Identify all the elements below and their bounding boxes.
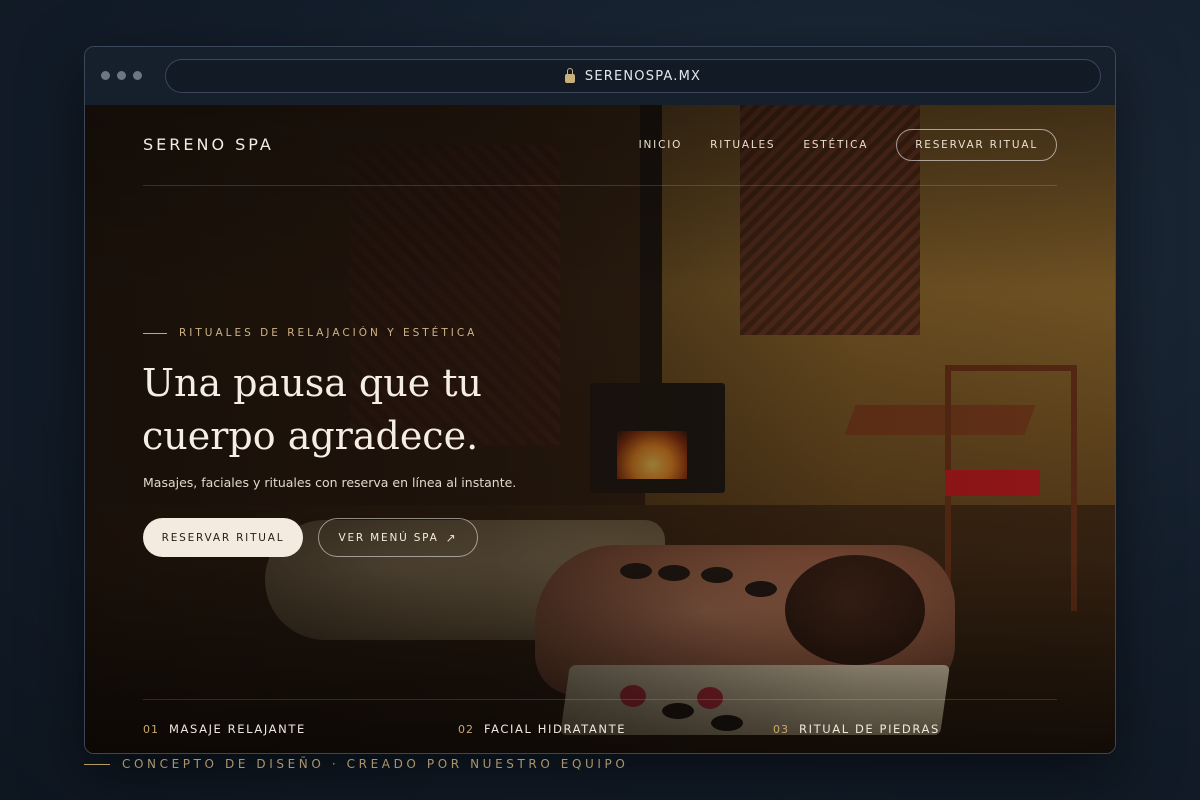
eyebrow-divider: [143, 332, 167, 334]
services-strip: 01 MASAJE RELAJANTE 02 FACIAL HIDRATANTE…: [143, 699, 1057, 753]
nav-reserve-button[interactable]: RESERVAR RITUAL: [896, 129, 1057, 161]
view-spa-menu-button[interactable]: VER MENÚ SPA ↗: [318, 518, 478, 557]
reserve-ritual-label: RESERVAR RITUAL: [161, 531, 285, 544]
window-dot-minimize[interactable]: [117, 71, 126, 80]
service-item[interactable]: 03 RITUAL DE PIEDRAS: [773, 722, 940, 736]
browser-toolbar: SERENOSPA.MX: [85, 47, 1115, 106]
nav-item-estetica[interactable]: ESTÉTICA: [803, 139, 868, 151]
service-number: 02: [458, 723, 474, 736]
caption-text: CONCEPTO DE DISEÑO · CREADO POR NUESTRO …: [122, 757, 629, 771]
nav-menu: INICIO RITUALES ESTÉTICA RESERVAR RITUAL: [639, 129, 1057, 161]
service-label: RITUAL DE PIEDRAS: [799, 722, 940, 736]
hero-subtitle: Masajes, faciales y rituales con reserva…: [143, 475, 517, 490]
nav-item-inicio[interactable]: INICIO: [639, 139, 683, 151]
service-number: 01: [143, 723, 159, 736]
site-logo[interactable]: SERENO SPA: [143, 135, 274, 154]
lock-icon: [564, 67, 575, 83]
service-item[interactable]: 01 MASAJE RELAJANTE: [143, 722, 306, 736]
spa-homepage: SERENO SPA INICIO RITUALES ESTÉTICA RESE…: [85, 105, 1115, 753]
address-bar[interactable]: SERENOSPA.MX: [165, 59, 1101, 93]
caption-divider: [84, 763, 110, 765]
url-text: SERENOSPA.MX: [584, 68, 702, 84]
window-dot-close[interactable]: [101, 71, 110, 80]
browser-window: SERENOSPA.MX SERENO SPA INICIO RITUALES …: [84, 46, 1116, 754]
hero-eyebrow: RITUALES DE RELAJACIÓN Y ESTÉTICA: [143, 327, 477, 339]
window-dot-maximize[interactable]: [133, 71, 142, 80]
window-controls: [101, 71, 142, 80]
service-label: FACIAL HIDRATANTE: [484, 722, 627, 736]
view-spa-menu-label: VER MENÚ SPA: [338, 531, 439, 544]
top-navigation: SERENO SPA INICIO RITUALES ESTÉTICA RESE…: [143, 105, 1057, 186]
eyebrow-text: RITUALES DE RELAJACIÓN Y ESTÉTICA: [179, 327, 478, 339]
reserve-ritual-button[interactable]: RESERVAR RITUAL: [143, 518, 303, 557]
nav-item-rituales[interactable]: RITUALES: [710, 139, 775, 151]
arrow-up-right-icon: ↗: [445, 530, 458, 545]
service-number: 03: [773, 723, 789, 736]
service-label: MASAJE RELAJANTE: [169, 722, 306, 736]
hero-headline: Una pausa que tu cuerpo agradece.: [142, 361, 483, 458]
design-caption: CONCEPTO DE DISEÑO · CREADO POR NUESTRO …: [84, 757, 628, 771]
service-item[interactable]: 02 FACIAL HIDRATANTE: [458, 722, 626, 736]
